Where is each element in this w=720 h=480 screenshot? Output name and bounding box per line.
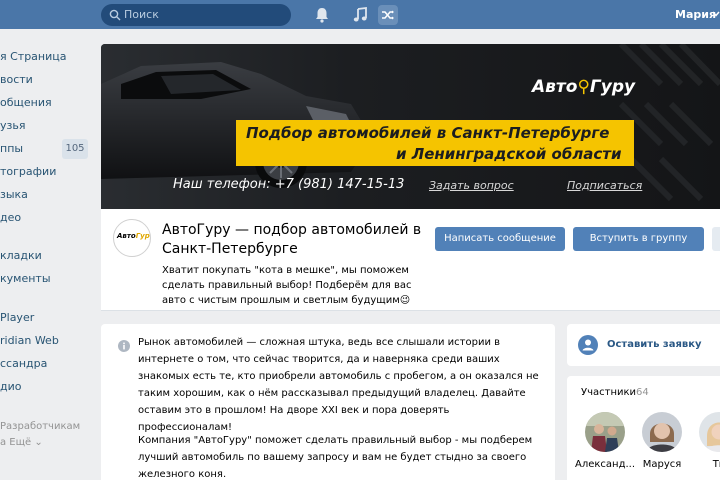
avatar [699,412,720,452]
avatar-logo: АвтоГуру [117,232,150,240]
avatar-text-a: Авто [117,232,136,240]
avatar-text-b: Гуру [135,232,150,240]
join-group-button[interactable]: Вступить в группу [573,227,704,251]
sidebar-item-label: узья [0,119,26,132]
sidebar-item-label: дио [0,380,22,393]
tagline-line-1: Подбор автомобилей в Санкт-Петербурге [246,124,610,142]
chevron-down-icon[interactable] [712,11,720,17]
more-actions-button[interactable] [712,227,720,251]
community-cover: Авто⚲Гуру Подбор автомобилей в Санкт-Пет… [101,44,720,209]
cover-tagline: Подбор автомобилей в Санкт-Петербурге и … [236,120,634,166]
brand-prefix: Авто [532,77,578,97]
leave-request-block[interactable]: Оставить заявку [567,324,720,366]
music-icon[interactable] [351,6,369,24]
groups-count-badge: 105 [62,139,88,159]
sidebar-item-label: общения [0,96,52,109]
avatar [642,412,682,452]
community-status: Хватит покупать "кота в мешке", мы помож… [162,265,412,306]
subscribe-link[interactable]: Подписаться [567,179,642,192]
leave-request-label: Оставить заявку [607,339,702,350]
description-paragraph: Компания "АвтоГуру" поможет сделать прав… [138,435,533,480]
community-header: АвтоГуру АвтоГуру — подбор автомобилей в… [101,209,720,311]
sidebar-item-label: ridian Web [0,334,59,347]
sidebar-item-label: тографии [0,165,57,178]
search-box[interactable]: Поиск [101,4,291,26]
search-icon [109,9,121,21]
brand-suffix: Гуру [589,77,636,97]
description-paragraph: Рынок автомобилей — сложная штука, ведь … [138,337,539,433]
sidebar-item-label: ссандра [0,357,48,370]
tagline-line-2: и Ленинградской области [396,145,622,163]
request-icon [578,335,598,355]
send-message-button[interactable]: Написать сообщение [435,227,565,251]
sidebar-item-label: део [0,211,22,224]
sidebar-item-label: кументы [0,272,51,285]
footer-more-link[interactable]: а Ещё ⌄ [0,437,43,448]
ask-question-link[interactable]: Задать вопрос [429,179,514,192]
search-input[interactable]: Поиск [124,8,159,21]
community-description: Рынок автомобилей — сложная штука, ведь … [101,324,555,480]
footer-developers-link[interactable]: Разработчикам [0,421,80,432]
sidebar-item-label: я Страница [0,50,67,63]
member-name: Маруся [642,459,682,470]
avatar [585,412,625,452]
members-title[interactable]: Участники [581,387,636,398]
sidebar-item-label: ппы [0,142,24,155]
community-avatar[interactable]: АвтоГуру [113,219,151,257]
cover-brand-logo: Авто⚲Гуру [532,77,635,97]
page-title: АвтоГуру — подбор автомобилей в Санкт-Пе… [162,222,422,257]
brand-key-icon: ⚲ [577,77,590,97]
members-count: 64 [636,387,649,398]
member-name: Александ... [575,459,636,470]
member-name: Ти [712,459,720,470]
sidebar-item-label: вости [0,73,33,86]
user-name[interactable]: Мария [675,8,716,21]
info-icon [118,340,130,352]
sidebar-item-label: Player [0,311,35,324]
sidebar-item-label: кладки [0,249,42,262]
shuffle-icon[interactable] [378,5,398,25]
cover-phone: Наш телефон: +7 (981) 147-15-13 [173,177,405,192]
members-block: Участники 64 Александ... Маруся Ти [567,376,720,480]
bell-icon[interactable] [313,6,331,24]
top-header: Поиск Мария [0,0,720,29]
sidebar-item-label: зыка [0,188,28,201]
